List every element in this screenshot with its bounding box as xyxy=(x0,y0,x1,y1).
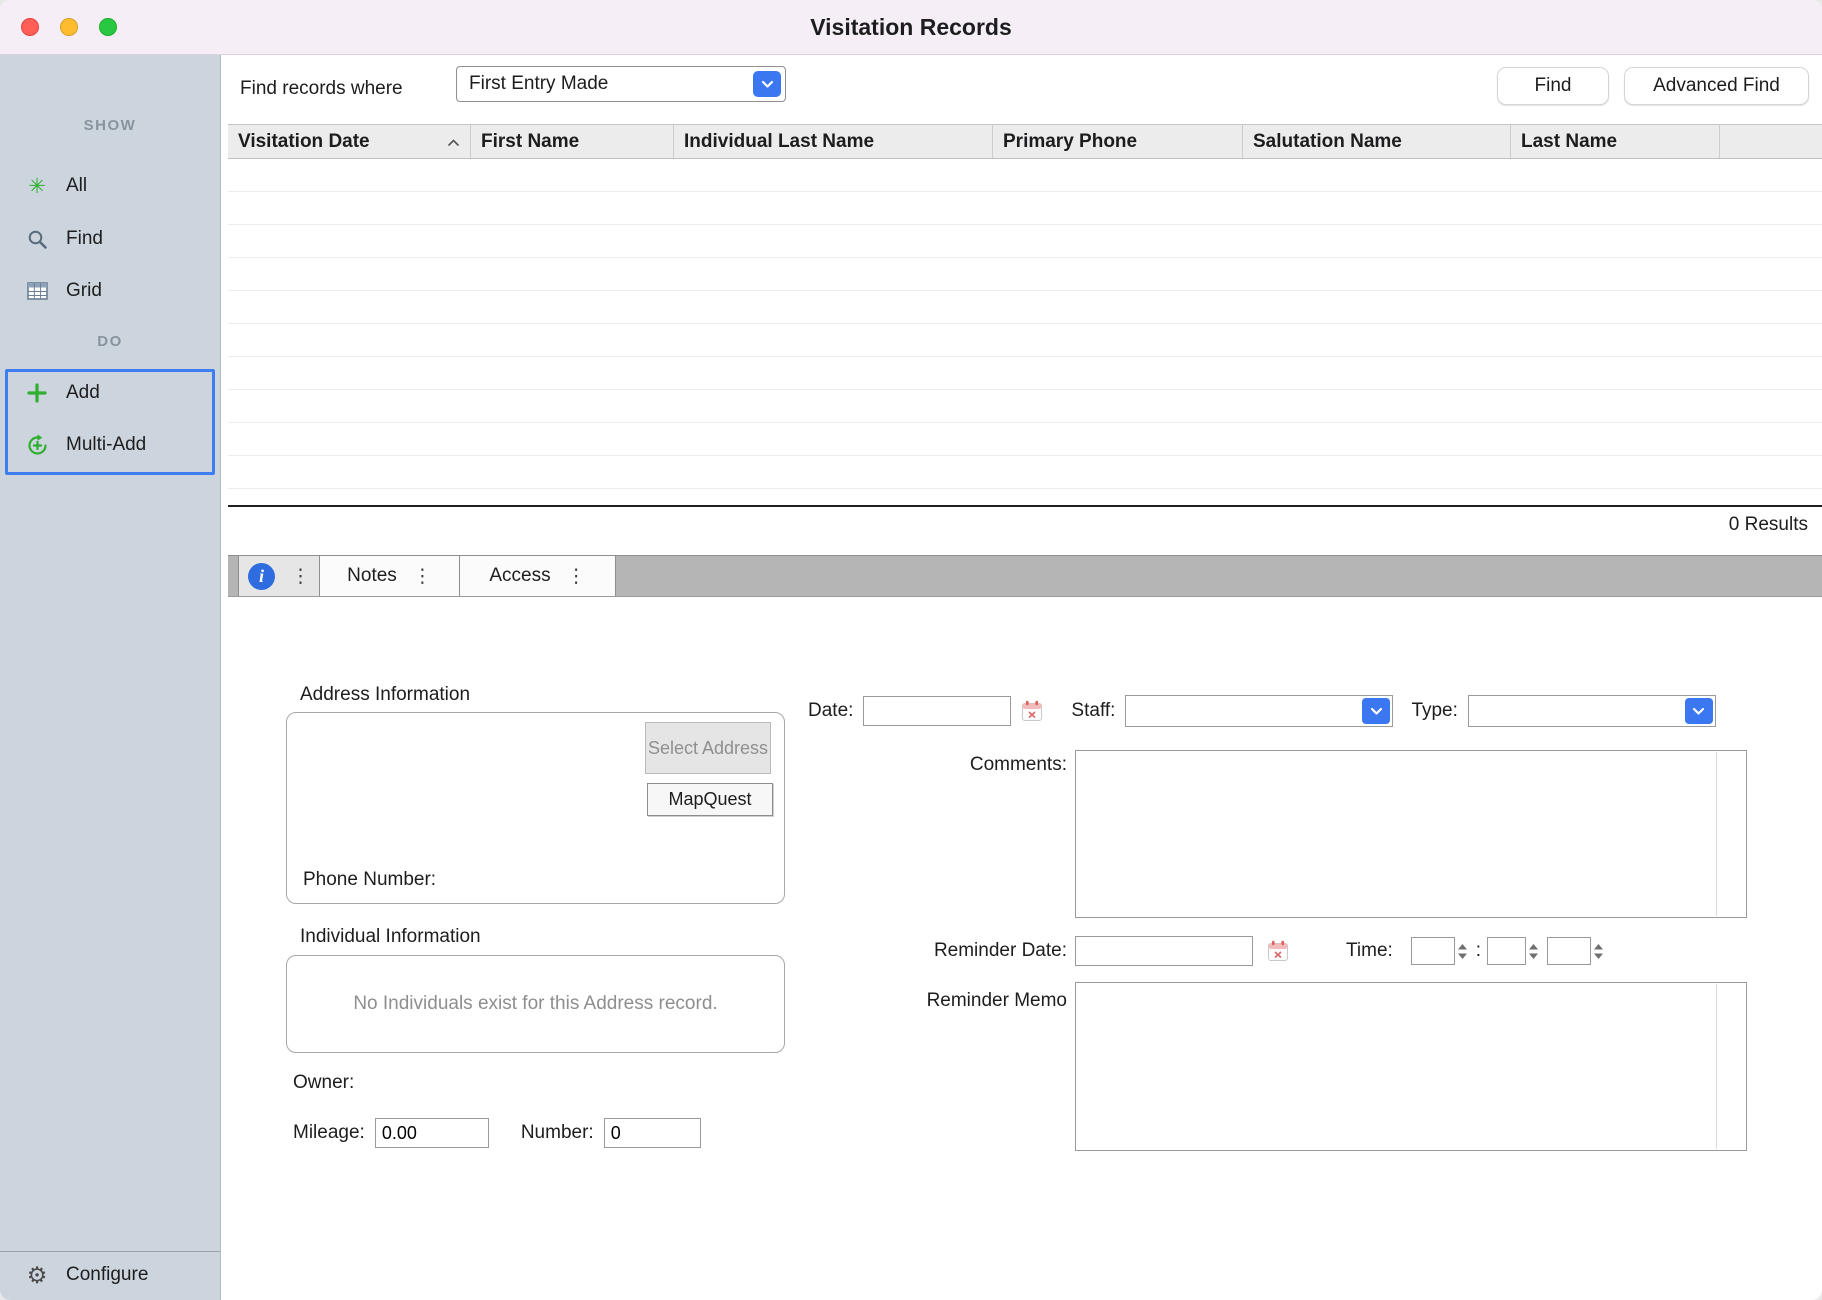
multi-add-icon xyxy=(24,434,50,457)
no-individuals-message: No Individuals exist for this Address re… xyxy=(286,955,785,1053)
table-bottom-divider xyxy=(228,505,1822,507)
sidebar: SHOW ✳ All Find Grid DO Add xyxy=(0,55,221,1300)
tab-menu-icon[interactable]: ⋮ xyxy=(413,565,432,588)
number-label: Number: xyxy=(521,1122,594,1144)
sidebar-item-grid[interactable]: Grid xyxy=(0,271,220,311)
calendar-icon[interactable] xyxy=(1265,938,1291,964)
sidebar-item-add[interactable]: Add xyxy=(0,373,220,413)
stepper-icon[interactable] xyxy=(1593,943,1604,960)
grid-icon xyxy=(24,282,50,300)
sidebar-item-configure[interactable]: ⚙ Configure xyxy=(0,1255,220,1295)
column-header-visitation-date[interactable]: Visitation Date xyxy=(228,125,471,158)
find-criteria-dropdown[interactable]: First Entry Made xyxy=(456,66,786,102)
reminder-date-input[interactable] xyxy=(1075,936,1253,966)
comments-label: Comments: xyxy=(821,754,1067,776)
asterisk-icon: ✳ xyxy=(24,174,50,199)
type-dropdown[interactable] xyxy=(1468,695,1716,727)
column-header-salutation-name[interactable]: Salutation Name xyxy=(1243,125,1511,158)
find-records-where-label: Find records where xyxy=(240,78,403,100)
zoom-window-button[interactable] xyxy=(99,18,117,36)
table-header-row: Visitation Date First Name Individual La… xyxy=(228,124,1822,159)
time-minute-input[interactable] xyxy=(1487,937,1526,965)
time-ampm-input[interactable] xyxy=(1547,937,1591,965)
chevron-down-icon xyxy=(1685,698,1713,724)
time-hour-input[interactable] xyxy=(1411,937,1455,965)
sidebar-do-header: DO xyxy=(0,333,220,350)
phone-number-label: Phone Number: xyxy=(303,869,436,891)
column-header-first-name[interactable]: First Name xyxy=(471,125,674,158)
tab-info[interactable]: i ⋮ xyxy=(238,556,320,596)
time-separator: : xyxy=(1476,940,1481,962)
sidebar-item-all-label: All xyxy=(66,175,87,197)
owner-label: Owner: xyxy=(293,1072,354,1094)
type-label: Type: xyxy=(1411,700,1457,722)
column-header-primary-phone[interactable]: Primary Phone xyxy=(993,125,1243,158)
column-header-individual-last-name[interactable]: Individual Last Name xyxy=(674,125,993,158)
staff-label: Staff: xyxy=(1071,700,1115,722)
reminder-memo-textarea[interactable] xyxy=(1076,983,1746,1150)
address-information-box: Select Address MapQuest Phone Number: xyxy=(286,712,785,904)
plus-icon xyxy=(24,383,50,403)
date-input[interactable] xyxy=(863,696,1011,726)
mapquest-button[interactable]: MapQuest xyxy=(647,783,773,816)
mileage-label: Mileage: xyxy=(293,1122,365,1144)
gear-icon: ⚙ xyxy=(24,1262,50,1289)
tab-notes-label: Notes xyxy=(347,565,397,587)
select-address-button[interactable]: Select Address xyxy=(645,722,771,774)
close-window-button[interactable] xyxy=(21,18,39,36)
search-icon xyxy=(24,229,50,250)
tab-menu-icon[interactable]: ⋮ xyxy=(567,565,586,588)
window-title: Visitation Records xyxy=(0,0,1822,54)
tab-notes[interactable]: Notes ⋮ xyxy=(320,556,460,596)
sidebar-item-find-label: Find xyxy=(66,228,103,250)
reminder-memo-label: Reminder Memo xyxy=(821,990,1067,1012)
time-label: Time: xyxy=(1346,940,1393,962)
tab-strip: i ⋮ Notes ⋮ Access ⋮ xyxy=(228,555,1822,597)
sidebar-item-multi-add[interactable]: Multi-Add xyxy=(0,425,220,465)
reminder-date-label: Reminder Date: xyxy=(821,940,1067,962)
number-input[interactable] xyxy=(604,1118,701,1148)
titlebar: Visitation Records xyxy=(0,0,1822,55)
sidebar-item-grid-label: Grid xyxy=(66,280,102,302)
sidebar-show-header: SHOW xyxy=(0,117,220,134)
traffic-lights xyxy=(21,18,117,36)
column-header-spacer xyxy=(1720,125,1822,158)
sidebar-divider xyxy=(0,1251,220,1252)
sort-ascending-icon xyxy=(447,131,460,153)
stepper-icon[interactable] xyxy=(1528,943,1539,960)
stepper-icon[interactable] xyxy=(1457,943,1468,960)
minimize-window-button[interactable] xyxy=(60,18,78,36)
reminder-memo-field-container xyxy=(1075,982,1747,1151)
tab-menu-icon[interactable]: ⋮ xyxy=(291,565,310,588)
advanced-find-button-label: Advanced Find xyxy=(1653,75,1780,97)
individual-information-title: Individual Information xyxy=(300,926,481,948)
table-body-empty xyxy=(228,159,1822,505)
calendar-icon[interactable] xyxy=(1019,698,1045,724)
staff-dropdown[interactable] xyxy=(1125,695,1393,727)
sidebar-item-all[interactable]: ✳ All xyxy=(0,166,220,206)
address-information-title: Address Information xyxy=(300,684,470,706)
sidebar-item-configure-label: Configure xyxy=(66,1264,148,1286)
sidebar-item-find[interactable]: Find xyxy=(0,219,220,259)
results-count: 0 Results xyxy=(228,514,1808,536)
info-icon: i xyxy=(248,563,275,590)
advanced-find-button[interactable]: Advanced Find xyxy=(1624,67,1809,105)
find-criteria-value: First Entry Made xyxy=(469,73,608,94)
visitation-records-window: Visitation Records SHOW ✳ All Find Grid … xyxy=(0,0,1822,1300)
comments-field-container xyxy=(1075,750,1747,918)
tab-access-label: Access xyxy=(489,565,550,587)
sidebar-item-add-label: Add xyxy=(66,382,100,404)
date-label: Date: xyxy=(808,700,853,722)
find-button[interactable]: Find xyxy=(1497,67,1609,105)
mileage-input[interactable] xyxy=(375,1118,489,1148)
column-header-last-name[interactable]: Last Name xyxy=(1511,125,1720,158)
tab-access[interactable]: Access ⋮ xyxy=(460,556,616,596)
find-button-label: Find xyxy=(1535,75,1572,97)
sidebar-item-multi-add-label: Multi-Add xyxy=(66,434,146,456)
chevron-down-icon xyxy=(1362,698,1390,724)
chevron-down-icon xyxy=(753,71,781,97)
comments-textarea[interactable] xyxy=(1076,751,1746,917)
